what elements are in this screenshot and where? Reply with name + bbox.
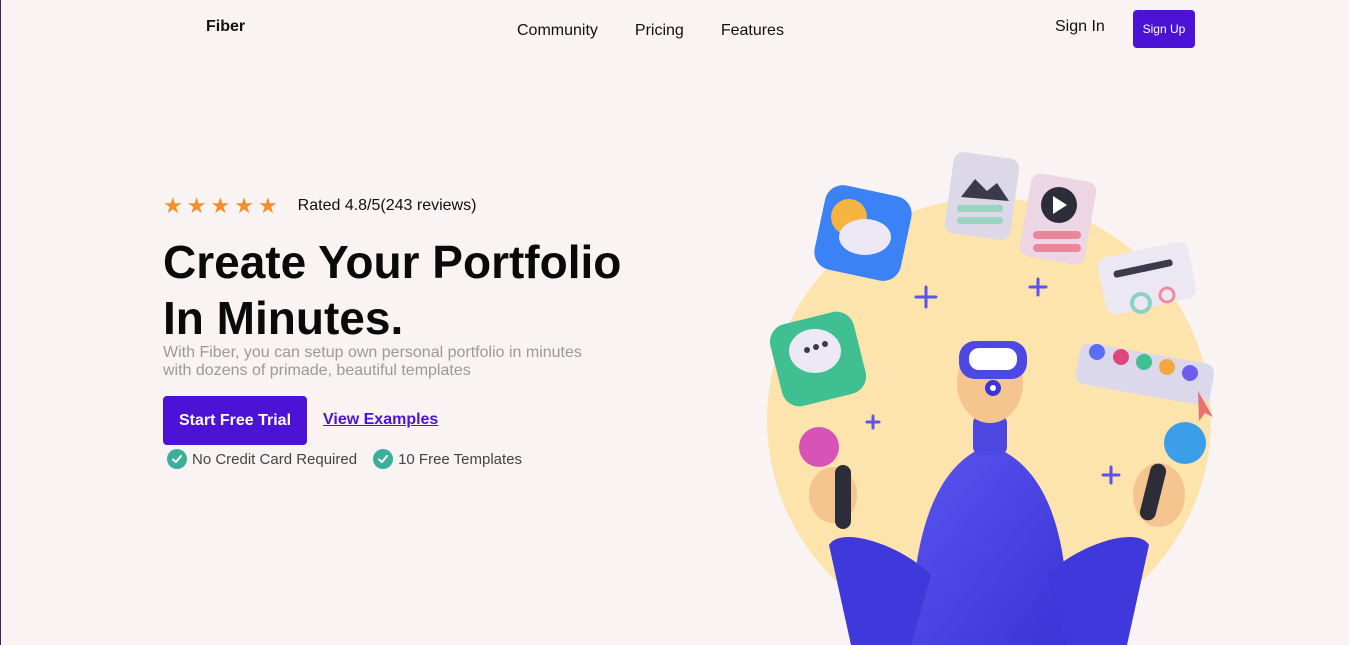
star-icon: ★: [210, 193, 231, 218]
perk-label: 10 Free Templates: [398, 450, 523, 468]
hero-subtext: With Fiber, you can setup own personal p…: [163, 344, 582, 379]
perk-label: No Credit Card Required: [192, 450, 358, 468]
signin-link[interactable]: Sign In: [1055, 18, 1105, 36]
star-icon: ★: [257, 193, 278, 218]
star-icon: ★: [163, 193, 183, 218]
image-card-icon: [944, 152, 1020, 240]
check-circle-icon: [167, 449, 187, 469]
nav-item-pricing[interactable]: Pricing: [635, 22, 684, 40]
hero-illustration: [767, 152, 1215, 645]
headline-line-1: Create Your Portfolio: [163, 236, 622, 288]
star-icon: ★: [186, 193, 207, 218]
perk-item: No Credit Card Required: [167, 449, 357, 469]
perk-item: 10 Free Templates: [373, 449, 522, 469]
view-examples-link[interactable]: View Examples: [323, 411, 438, 429]
nav-item-features[interactable]: Features: [721, 22, 784, 40]
main-nav: Community Pricing Features: [517, 22, 784, 40]
weather-card-icon: [814, 185, 912, 281]
star-rating: ★ ★ ★ ★ ★: [163, 193, 278, 218]
nav-item-community[interactable]: Community: [517, 22, 598, 40]
hero-headline: Create Your Portfolio In Minutes.: [163, 234, 683, 346]
rating: ★ ★ ★ ★ ★ Rated 4.8/5(243 reviews): [163, 193, 477, 218]
star-icon: ★: [234, 193, 254, 218]
check-circle-icon: [373, 449, 394, 469]
rating-text: Rated 4.8/5(243 reviews): [297, 197, 477, 214]
perks-list: No Credit Card Required 10 Free Template…: [167, 449, 522, 469]
brand-logo[interactable]: Fiber: [206, 18, 245, 36]
start-free-trial-button[interactable]: Start Free Trial: [163, 396, 307, 445]
headline-line-2: In Minutes.: [163, 292, 404, 344]
signup-button[interactable]: Sign Up: [1133, 10, 1195, 48]
